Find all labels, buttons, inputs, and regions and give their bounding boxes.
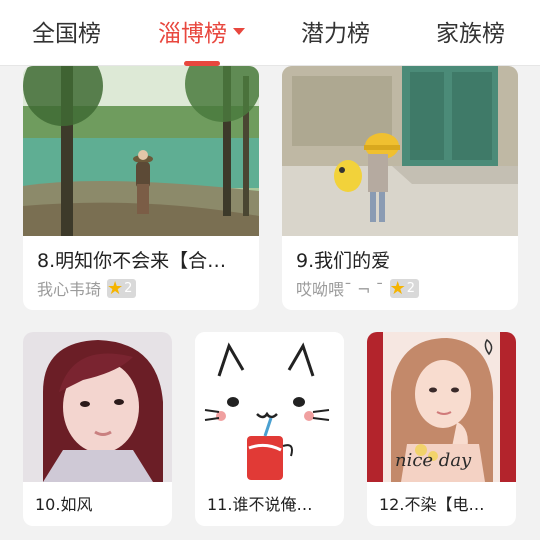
star-icon: ★ — [107, 277, 124, 299]
room-cover-9 — [282, 66, 518, 236]
room-card-9[interactable]: 9.我们的爱 哎呦喂¯ ¬ ¯ ★ 2 — [282, 66, 518, 310]
room-title-10: 10.如风 — [35, 495, 93, 514]
room-title-9: 9.我们的爱 — [296, 250, 391, 272]
rank-badge-8: ★ 2 — [107, 277, 137, 299]
room-cover-10 — [23, 332, 172, 482]
tab-family[interactable]: 家族榜 — [436, 16, 505, 52]
room-author-8: 我心韦琦 ★ 2 — [37, 276, 137, 300]
room-cover-8 — [23, 66, 259, 236]
room-cover-12: nice day — [367, 332, 516, 482]
tab-zibo-label: 淄博榜 — [158, 21, 227, 47]
room-title-11: 11.谁不说俺… — [207, 495, 313, 514]
room-card-12[interactable]: nice day 12.不染【电… — [367, 332, 516, 526]
room-cover-11 — [195, 332, 344, 482]
author-name-8: 我心韦琦 — [37, 280, 102, 299]
author-name-9: 哎呦喂¯ ¬ ¯ — [296, 280, 384, 299]
tab-national[interactable]: 全国榜 — [32, 16, 101, 52]
room-title-12: 12.不染【电… — [379, 495, 485, 514]
star-icon: ★ — [389, 277, 406, 299]
caret-down-icon — [233, 28, 245, 35]
rank-badge-9: ★ 2 — [389, 277, 420, 299]
room-author-9: 哎呦喂¯ ¬ ¯ ★ 2 — [296, 276, 420, 300]
room-card-8[interactable]: 8.明知你不会来【合… 我心韦琦 ★ 2 — [23, 66, 259, 310]
rank-level-8: 2 — [124, 280, 133, 296]
tab-zibo[interactable]: 淄博榜 — [158, 16, 245, 52]
room-card-10[interactable]: 10.如风 — [23, 332, 172, 526]
room-title-8: 8.明知你不会来【合… — [37, 250, 227, 272]
room-card-11[interactable]: 11.谁不说俺… — [195, 332, 344, 526]
signature-overlay: nice day — [395, 450, 472, 471]
rank-level-9: 2 — [406, 280, 416, 296]
rank-tab-bar: 全国榜 淄博榜 潜力榜 家族榜 — [0, 0, 540, 66]
tab-potential[interactable]: 潜力榜 — [301, 16, 370, 52]
